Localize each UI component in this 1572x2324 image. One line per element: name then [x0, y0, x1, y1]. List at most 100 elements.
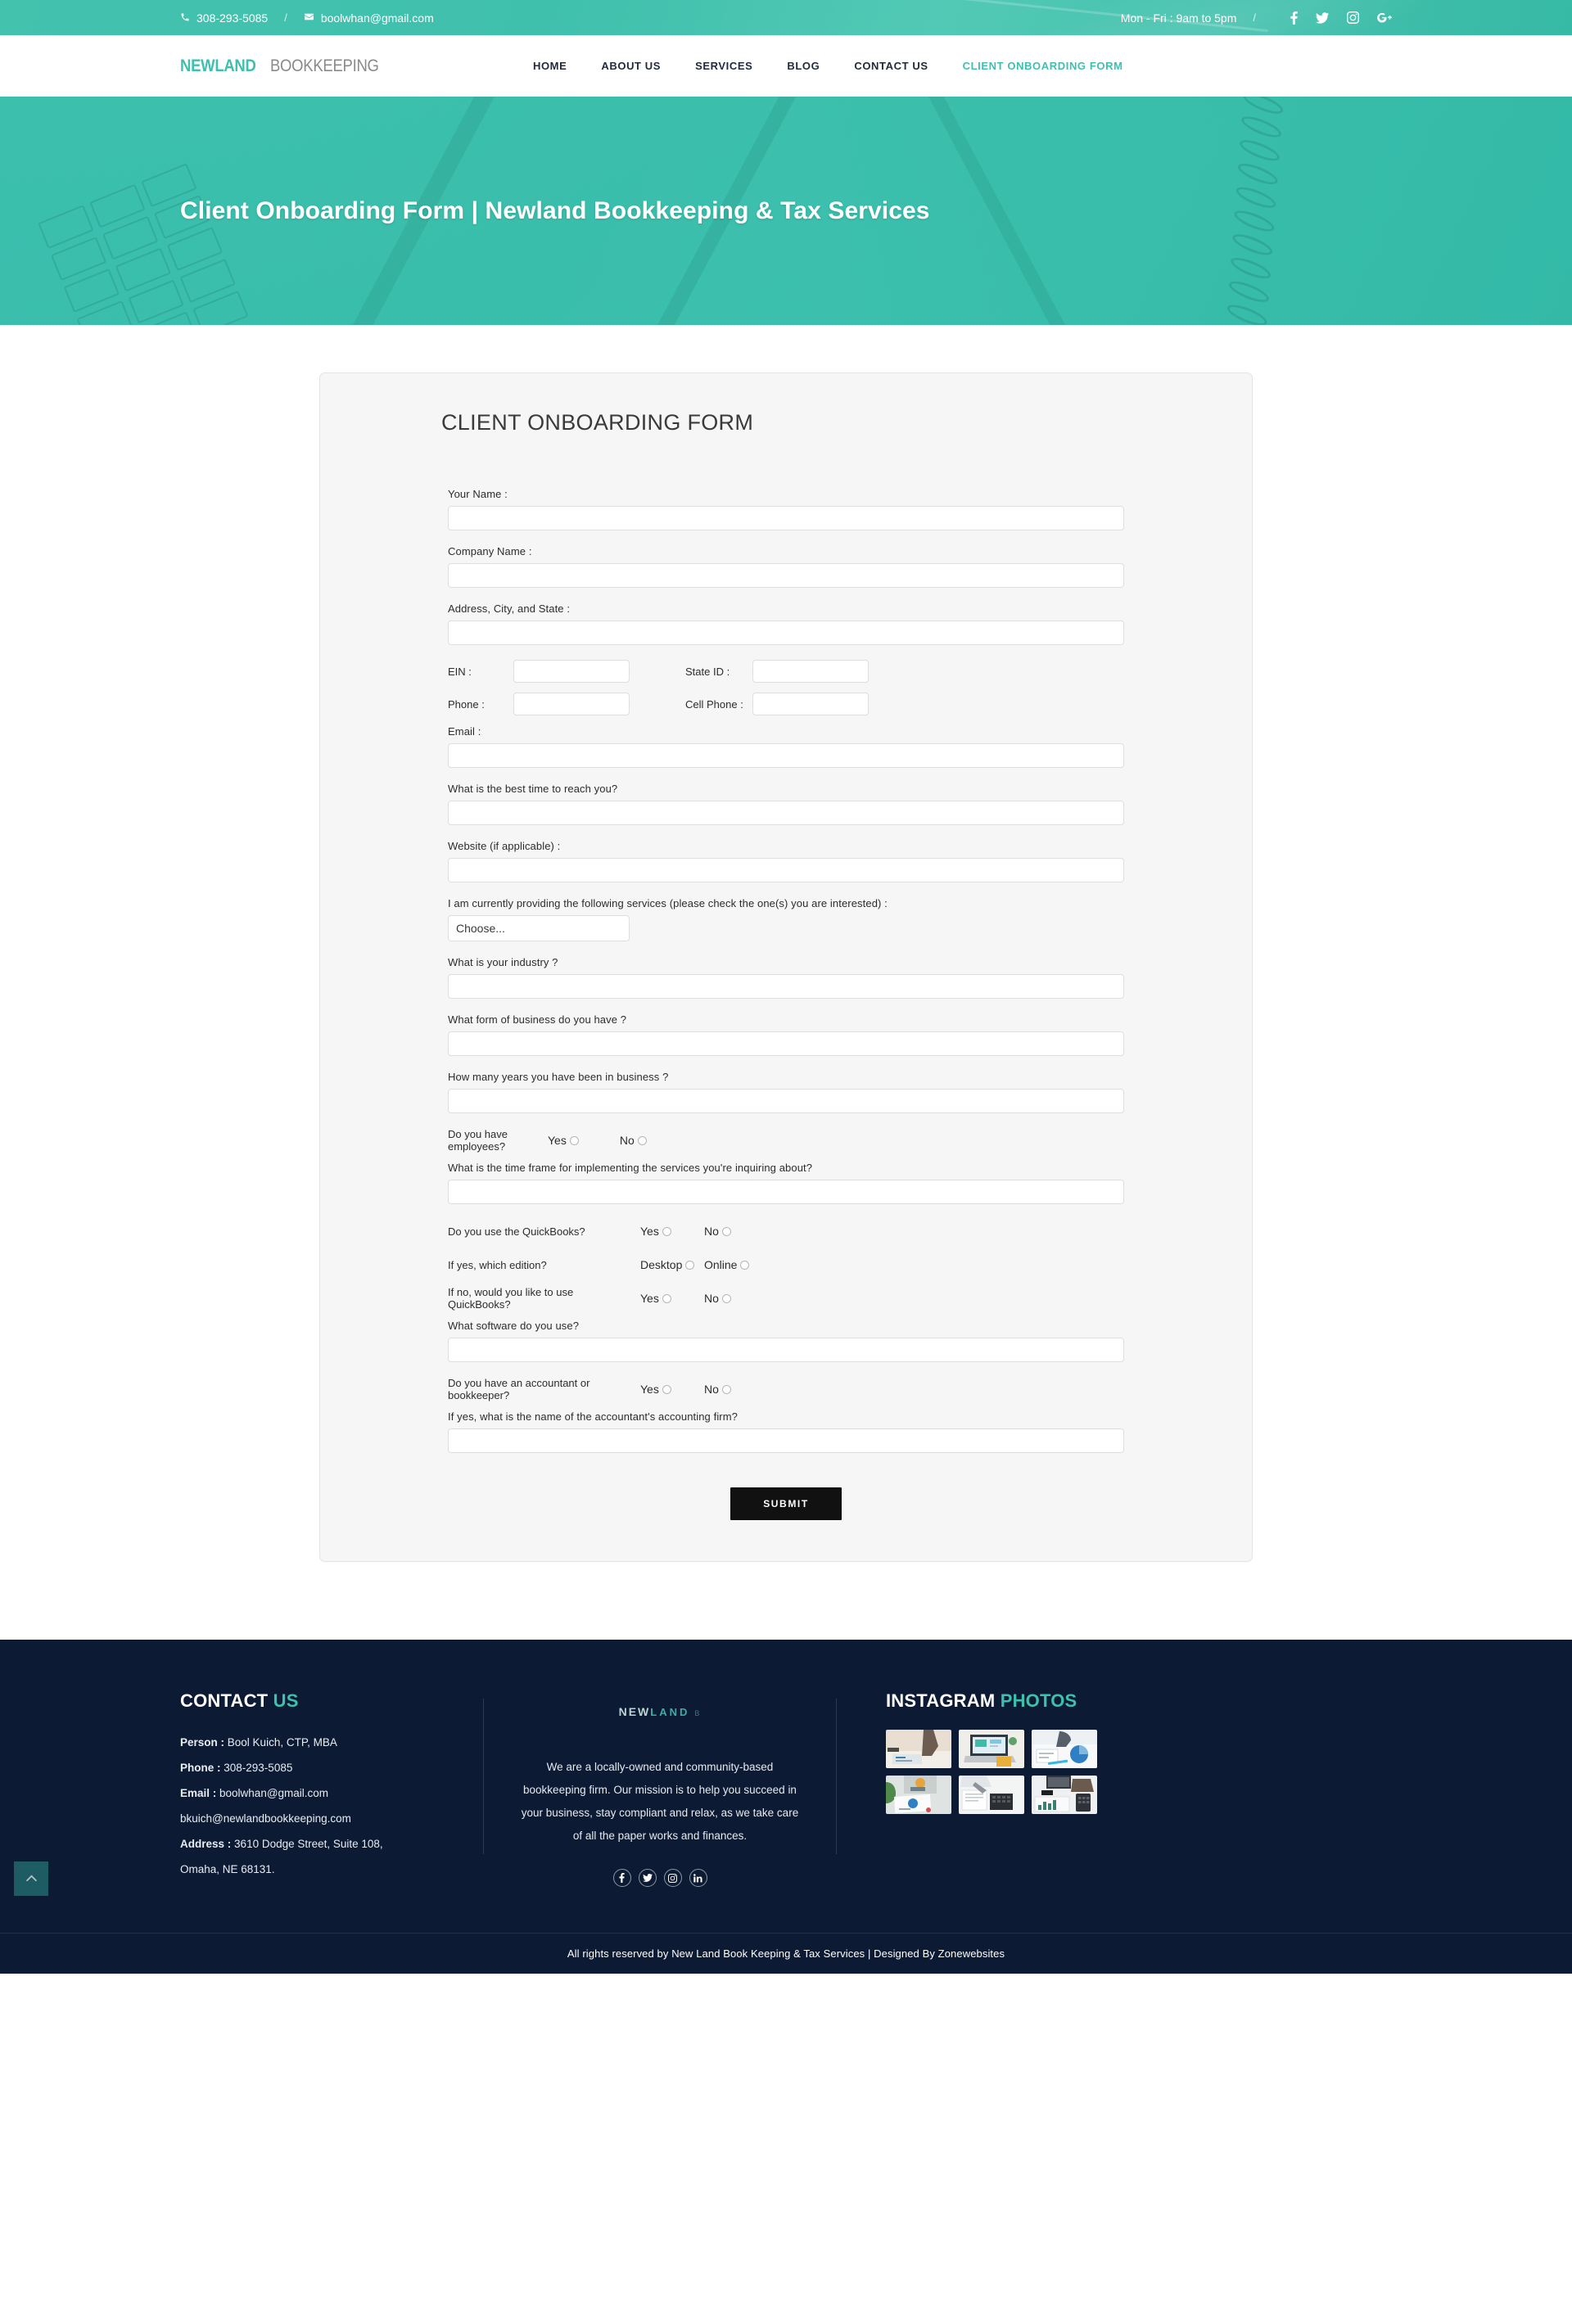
footer-copyright-text: All rights reserved by New Land Book Kee… — [567, 1947, 1005, 1960]
footer-email-label: Email : — [180, 1787, 217, 1799]
instagram-photo[interactable] — [1032, 1776, 1097, 1814]
radio-edition-desktop-input[interactable] — [685, 1260, 695, 1270]
instagram-photo[interactable] — [959, 1730, 1024, 1768]
website-input[interactable] — [448, 858, 1124, 882]
topbar-phone[interactable]: 308-293-5085 — [180, 11, 268, 25]
instagram-icon[interactable] — [663, 1869, 682, 1887]
radio-accountant-yes-input[interactable] — [662, 1384, 671, 1394]
radio-quickbooks-yes-input[interactable] — [662, 1226, 671, 1236]
facebook-icon[interactable] — [1290, 11, 1298, 25]
services-select[interactable]: Choose... — [448, 915, 630, 941]
twitter-icon[interactable] — [638, 1869, 657, 1887]
field-industry: What is your industry ? — [448, 956, 1124, 999]
business-form-input[interactable] — [448, 1031, 1124, 1056]
footer-address-line: Address : 3610 Dodge Street, Suite 108, — [180, 1831, 458, 1857]
cell-phone-input[interactable] — [752, 693, 869, 715]
label-services: I am currently providing the following s… — [448, 897, 888, 909]
radio-employees-no-input[interactable] — [637, 1135, 647, 1145]
form-heading: CLIENT ONBOARDING FORM — [441, 410, 754, 435]
radio-employees-no[interactable]: No — [620, 1134, 647, 1147]
footer-about-text: We are a locally-owned and community-bas… — [521, 1761, 799, 1842]
topbar-email[interactable]: boolwhan@gmail.com — [304, 11, 434, 25]
radio-quickbooks-yes-label: Yes — [640, 1225, 659, 1238]
field-software: What software do you use? — [448, 1320, 1124, 1362]
years-in-business-input[interactable] — [448, 1089, 1124, 1113]
chevron-up-icon — [25, 1871, 38, 1886]
footer-email-value-2[interactable]: bkuich@newlandbookkeeping.com — [180, 1812, 351, 1825]
radio-accountant-no-label: No — [704, 1383, 719, 1396]
software-input[interactable] — [448, 1338, 1124, 1362]
row-has-employees: Do you have employees? Yes No — [448, 1128, 1124, 1153]
radio-quickbooks-no[interactable]: No — [704, 1225, 768, 1238]
field-business-form: What form of business do you have ? — [448, 1013, 1124, 1056]
phone-input[interactable] — [513, 693, 630, 715]
footer-instagram-heading-accent: PHOTOS — [1000, 1690, 1077, 1711]
field-website: Website (if applicable) : — [448, 840, 1124, 882]
nav-item-about-us[interactable]: ABOUT US — [601, 60, 661, 72]
site-logo[interactable]: NEWLAND BOOKKEEPING — [180, 56, 394, 76]
radio-would-use-qb-no[interactable]: No — [704, 1292, 768, 1305]
facebook-icon[interactable] — [612, 1869, 631, 1887]
email-input[interactable] — [448, 743, 1124, 768]
instagram-photo[interactable] — [886, 1776, 951, 1814]
footer-social-links — [517, 1869, 803, 1887]
radio-would-use-qb-yes[interactable]: Yes — [640, 1292, 704, 1305]
linkedin-icon[interactable] — [689, 1869, 707, 1887]
radio-accountant-no[interactable]: No — [704, 1383, 768, 1396]
radio-accountant-yes[interactable]: Yes — [640, 1383, 704, 1396]
radio-employees-yes[interactable]: Yes — [548, 1134, 579, 1147]
scroll-to-top-button[interactable] — [14, 1861, 48, 1896]
footer-instagram-heading: INSTAGRAM PHOTOS — [886, 1690, 1189, 1712]
footer-logo[interactable]: NEW LAND B — [517, 1705, 803, 1718]
footer-phone-value[interactable]: 308-293-5085 — [224, 1762, 292, 1774]
row-use-quickbooks: Do you use the QuickBooks? Yes No — [448, 1219, 1124, 1243]
accounting-firm-input[interactable] — [448, 1428, 1124, 1453]
ein-input[interactable] — [513, 660, 630, 683]
radio-would-use-qb-yes-label: Yes — [640, 1292, 659, 1305]
label-quickbooks-edition: If yes, which edition? — [448, 1258, 547, 1271]
footer-person-value: Bool Kuich, CTP, MBA — [227, 1736, 337, 1749]
topbar-hours: Mon - Fri : 9am to 5pm — [1120, 11, 1237, 25]
nav-item-services[interactable]: SERVICES — [695, 60, 752, 72]
radio-quickbooks-no-label: No — [704, 1225, 719, 1238]
radio-would-use-qb-no-input[interactable] — [721, 1293, 731, 1303]
radio-employees-yes-input[interactable] — [569, 1135, 579, 1145]
nav-item-client-onboarding-form[interactable]: CLIENT ONBOARDING FORM — [963, 60, 1123, 72]
label-has-employees: Do you have employees? — [448, 1128, 508, 1153]
best-time-input[interactable] — [448, 801, 1124, 825]
industry-input[interactable] — [448, 974, 1124, 999]
nav-item-home[interactable]: HOME — [533, 60, 567, 72]
timeframe-input[interactable] — [448, 1180, 1124, 1204]
google-plus-icon[interactable] — [1377, 12, 1392, 23]
footer-instagram-heading-main: INSTAGRAM — [886, 1690, 996, 1711]
twitter-icon[interactable] — [1316, 11, 1329, 24]
footer-address-value: 3610 Dodge Street, Suite 108, — [234, 1838, 383, 1850]
topbar-separator-2: / — [1253, 11, 1256, 24]
radio-quickbooks-yes[interactable]: Yes — [640, 1225, 704, 1238]
site-header: NEWLAND BOOKKEEPING HOME ABOUT US SERVIC… — [0, 35, 1572, 97]
footer-logo-part-a: NEW — [618, 1705, 651, 1718]
radio-accountant-no-input[interactable] — [721, 1384, 731, 1394]
state-id-input[interactable] — [752, 660, 869, 683]
nav-item-blog[interactable]: BLOG — [787, 60, 820, 72]
company-name-input[interactable] — [448, 563, 1124, 588]
submit-button[interactable]: SUBMIT — [730, 1487, 842, 1520]
radio-edition-online[interactable]: Online — [704, 1258, 768, 1271]
radio-edition-online-input[interactable] — [740, 1260, 750, 1270]
radio-would-use-qb-yes-input[interactable] — [662, 1293, 671, 1303]
instagram-photo[interactable] — [1032, 1730, 1097, 1768]
instagram-photo[interactable] — [886, 1730, 951, 1768]
field-company-name: Company Name : — [448, 545, 1124, 588]
your-name-input[interactable] — [448, 506, 1124, 530]
label-website: Website (if applicable) : — [448, 840, 561, 852]
instagram-icon[interactable] — [1347, 11, 1359, 24]
footer-email-value[interactable]: boolwhan@gmail.com — [219, 1787, 328, 1799]
label-ein: EIN : — [448, 665, 472, 678]
radio-accountant-yes-label: Yes — [640, 1383, 659, 1396]
radio-quickbooks-no-input[interactable] — [721, 1226, 731, 1236]
nav-item-contact-us[interactable]: CONTACT US — [854, 60, 928, 72]
instagram-photo[interactable] — [959, 1776, 1024, 1814]
radio-edition-desktop[interactable]: Desktop — [640, 1258, 704, 1271]
page-content: CLIENT ONBOARDING FORM Your Name : Compa… — [0, 325, 1572, 1640]
address-input[interactable] — [448, 620, 1124, 645]
